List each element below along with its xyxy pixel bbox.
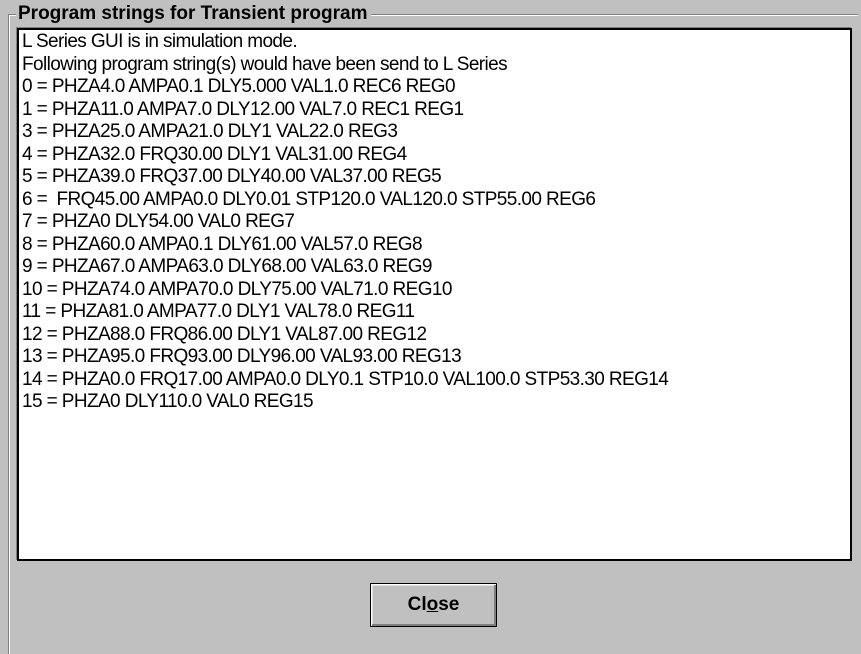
output-line: 1 = PHZA11.0 AMPA7.0 DLY12.00 VAL7.0 REC… [22, 98, 464, 120]
output-line: 12 = PHZA88.0 FRQ86.00 DLY1 VAL87.00 REG… [22, 323, 427, 345]
close-button[interactable]: Close [370, 583, 497, 627]
output-line: 3 = PHZA25.0 AMPA21.0 DLY1 VAL22.0 REG3 [22, 121, 398, 142]
output-line: 4 = PHZA32.0 FRQ30.00 DLY1 VAL31.00 REG4 [22, 143, 407, 165]
output-line: Following program string(s) would have b… [22, 53, 508, 75]
output-line: 7 = PHZA0 DLY54.00 VAL0 REG7 [22, 211, 295, 232]
output-line: 10 = PHZA74.0 AMPA70.0 DLY75.00 VAL71.0 … [22, 278, 452, 300]
output-line: 11 = PHZA81.0 AMPA77.0 DLY1 VAL78.0 REG1… [22, 301, 415, 322]
group-title: Program strings for Transient program [16, 4, 372, 24]
output-line: 6 = FRQ45.00 AMPA0.0 DLY0.01 STP120.0 VA… [22, 188, 596, 210]
close-button-label: Close [407, 594, 460, 615]
output-line: 15 = PHZA0 DLY110.0 VAL0 REG15 [22, 391, 314, 412]
output-line: 8 = PHZA60.0 AMPA0.1 DLY61.00 VAL57.0 RE… [22, 233, 423, 255]
output-line: 9 = PHZA67.0 AMPA63.0 DLY68.00 VAL63.0 R… [22, 256, 432, 277]
program-strings-textbox[interactable]: L Series GUI is in simulation mode. Foll… [17, 28, 852, 561]
output-line: 5 = PHZA39.0 FRQ37.00 DLY40.00 VAL37.00 … [22, 166, 442, 187]
output-line: 13 = PHZA95.0 FRQ93.00 DLY96.00 VAL93.00… [22, 346, 462, 367]
output-line: 14 = PHZA0.0 FRQ17.00 AMPA0.0 DLY0.1 STP… [22, 368, 669, 390]
output-line: 0 = PHZA4.0 AMPA0.1 DLY5.000 VAL1.0 REC6… [22, 76, 456, 97]
output-line: L Series GUI is in simulation mode. [22, 31, 298, 52]
